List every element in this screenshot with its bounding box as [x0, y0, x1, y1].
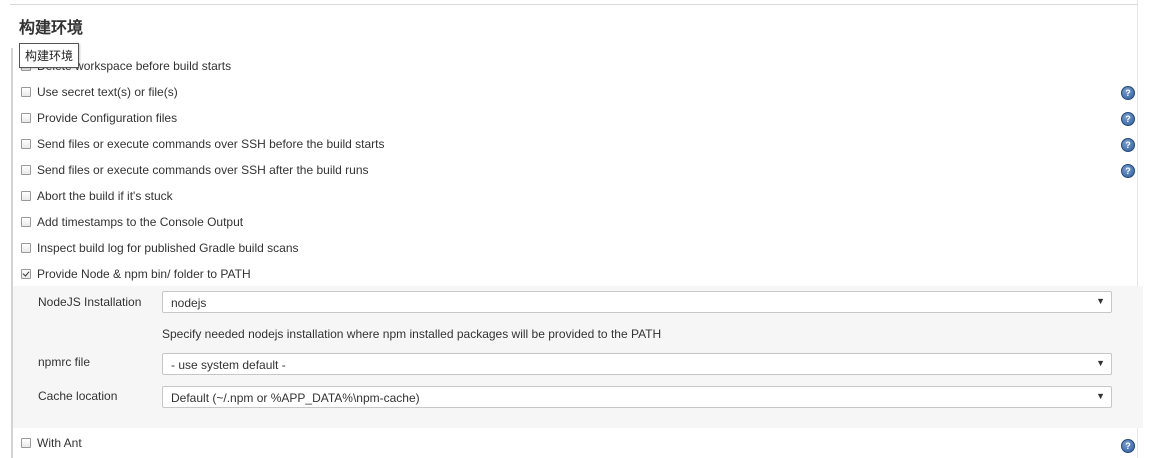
select-value: Default (~/.npm or %APP_DATA%\npm-cache)	[171, 391, 420, 405]
build-environment-panel: 构建环境 构建环境 Delete workspace before build …	[0, 0, 1153, 458]
chevron-down-icon: ▼	[1096, 358, 1105, 368]
option-label: Inspect build log for published Gradle b…	[37, 241, 299, 255]
option-timestamps[interactable]: Add timestamps to the Console Output	[21, 214, 243, 230]
option-abort-stuck[interactable]: Abort the build if it's stuck	[21, 188, 173, 204]
option-with-ant[interactable]: With Ant	[21, 435, 82, 451]
checkbox[interactable]	[21, 165, 31, 175]
npmrc-file-label: npmrc file	[38, 355, 91, 369]
chevron-down-icon: ▼	[1096, 296, 1105, 306]
checkbox[interactable]	[21, 113, 31, 123]
option-ssh-after[interactable]: Send files or execute commands over SSH …	[21, 162, 369, 178]
select-value: nodejs	[171, 296, 207, 310]
option-gradle-scans[interactable]: Inspect build log for published Gradle b…	[21, 240, 299, 256]
option-config-files[interactable]: Provide Configuration files	[21, 110, 177, 126]
nodejs-installation-label: NodeJS Installation	[38, 295, 142, 309]
checkbox[interactable]	[21, 438, 31, 448]
option-label: Send files or execute commands over SSH …	[37, 137, 385, 151]
option-label: Abort the build if it's stuck	[37, 189, 173, 203]
nodejs-installation-select[interactable]: nodejs ▼	[162, 291, 1112, 313]
option-label: With Ant	[37, 436, 82, 450]
checkbox[interactable]	[21, 243, 31, 253]
option-node-npm[interactable]: Provide Node & npm bin/ folder to PATH	[21, 266, 251, 282]
top-divider	[10, 4, 1138, 5]
npmrc-file-select[interactable]: - use system default - ▼	[162, 353, 1112, 375]
checkbox[interactable]	[21, 87, 31, 97]
option-secret-text[interactable]: Use secret text(s) or file(s)	[21, 84, 178, 100]
option-label: Send files or execute commands over SSH …	[37, 163, 369, 177]
help-icon[interactable]: ?	[1121, 112, 1135, 126]
help-icon[interactable]: ?	[1121, 164, 1135, 178]
help-icon[interactable]: ?	[1121, 86, 1135, 100]
checkbox[interactable]	[21, 217, 31, 227]
help-icon[interactable]: ?	[1121, 138, 1135, 152]
option-label: Use secret text(s) or file(s)	[37, 85, 178, 99]
nodejs-installation-description: Specify needed nodejs installation where…	[162, 327, 662, 341]
option-ssh-before[interactable]: Send files or execute commands over SSH …	[21, 136, 385, 152]
option-label: Add timestamps to the Console Output	[37, 215, 244, 229]
cache-location-label: Cache location	[38, 389, 118, 403]
option-label: Provide Configuration files	[37, 111, 178, 125]
option-label: Provide Node & npm bin/ folder to PATH	[37, 267, 251, 281]
section-tooltip: 构建环境	[19, 43, 80, 68]
chevron-down-icon: ▼	[1096, 391, 1105, 401]
help-icon[interactable]: ?	[1121, 439, 1135, 453]
checkbox[interactable]	[21, 139, 31, 149]
checkbox[interactable]	[21, 191, 31, 201]
select-value: - use system default -	[171, 358, 286, 372]
cache-location-select[interactable]: Default (~/.npm or %APP_DATA%\npm-cache)…	[162, 386, 1112, 408]
section-title: 构建环境	[19, 20, 84, 37]
checkbox-checked[interactable]	[21, 269, 31, 279]
